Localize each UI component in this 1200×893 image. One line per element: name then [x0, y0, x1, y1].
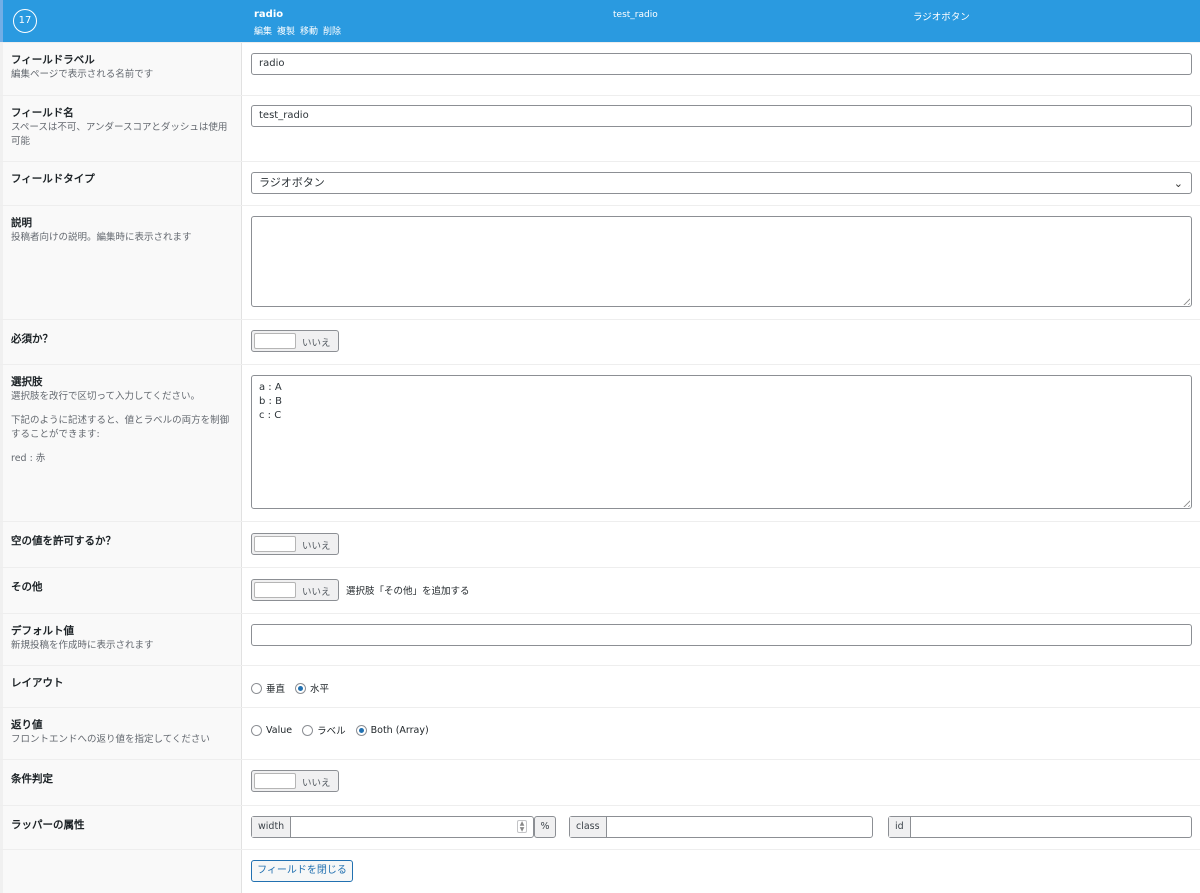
toggle-label: いいえ [302, 778, 331, 789]
width-unit: % [534, 816, 556, 838]
id-prefix: id [889, 817, 911, 837]
close-field-button[interactable]: フィールドを閉じる [251, 860, 353, 882]
layout-horizontal-option[interactable]: 水平 [295, 681, 329, 695]
row-conditional: 条件判定 [0, 759, 1200, 805]
row-other: その他 [0, 567, 1200, 613]
toggle-knob [254, 333, 296, 349]
header-field-name: test_radio [613, 10, 658, 20]
choices-desc-example: 下記のように記述すると、値とラベルの両方を制御することができます: [11, 415, 230, 440]
field-type-value: ラジオボタン [259, 176, 325, 189]
other-title: その他 [11, 581, 43, 593]
radio-checked-icon [295, 682, 307, 694]
move-link[interactable]: 移動 [300, 27, 318, 37]
radio-unchecked-icon [251, 724, 262, 736]
field-type-title: フィールドタイプ [11, 173, 95, 185]
resize-grip-icon[interactable] [1181, 296, 1190, 305]
class-prefix: class [570, 817, 607, 837]
wrapper-id-input[interactable]: id [888, 816, 1192, 838]
required-toggle[interactable]: いいえ [251, 330, 339, 352]
toggle-label: いいえ [302, 338, 331, 349]
field-label-input[interactable]: radio [251, 53, 1192, 75]
conditional-title: 条件判定 [11, 773, 53, 785]
duplicate-link[interactable]: 複製 [277, 27, 295, 37]
toggle-knob [254, 773, 296, 789]
toggle-label: いいえ [302, 587, 331, 598]
return-label-option[interactable]: ラベル [302, 723, 346, 737]
conditional-toggle[interactable]: いいえ [251, 770, 339, 792]
layout-vertical-option[interactable]: 垂直 [251, 681, 285, 695]
instructions-desc: 投稿者向けの説明。編集時に表示されます [11, 232, 192, 243]
layout-radio-group: 垂直 水平 [251, 681, 339, 695]
field-order-badge: 17 [13, 9, 37, 33]
radio-unchecked-icon [302, 724, 314, 736]
edit-link[interactable]: 編集 [254, 27, 272, 37]
wrapper-width-input[interactable]: width ▲ ▼ [251, 816, 534, 838]
wrapper-class-input[interactable]: class [569, 816, 873, 838]
return-title: 返り値 [11, 719, 43, 731]
field-header[interactable]: 17 radio 編集 複製 移動 削除 test_radio ラジオボタン [0, 0, 1200, 42]
default-desc: 新規投稿を作成時に表示されます [11, 640, 154, 651]
default-value-input[interactable] [251, 624, 1192, 646]
radio-checked-icon [355, 724, 367, 736]
header-field-type: ラジオボタン [913, 12, 970, 23]
row-return-format: 返り値フロントエンドへの返り値を指定してください [0, 707, 1200, 759]
other-toggle[interactable]: いいえ [251, 579, 339, 601]
chevron-down-icon: ⌄ [1173, 177, 1183, 190]
row-required: 必須か？ [0, 319, 1200, 364]
resize-grip-icon[interactable] [1181, 498, 1190, 507]
toggle-label: いいえ [302, 541, 331, 552]
header-actions: 編集 複製 移動 削除 [254, 24, 346, 37]
default-title: デフォルト値 [11, 625, 74, 637]
return-value-option[interactable]: Value [251, 724, 292, 736]
field-name-title: フィールド名 [11, 107, 74, 119]
width-prefix: width [252, 817, 292, 837]
choices-title: 選択肢 [11, 376, 43, 388]
allow-null-toggle[interactable]: いいえ [251, 533, 339, 555]
other-note: 選択肢「その他」を追加する [346, 586, 470, 597]
choices-desc-sample: red : 赤 [11, 453, 46, 464]
radio-unchecked-icon [251, 682, 262, 694]
return-format-radio-group: Value ラベル Both (Array) [251, 723, 439, 737]
layout-title: レイアウト [11, 677, 64, 689]
choices-textarea[interactable]: a : A b : B c : C [251, 375, 1192, 509]
field-name-desc: スペースは不可、アンダースコアとダッシュは使用可能 [11, 122, 228, 147]
field-label-desc: 編集ページで表示される名前です [11, 69, 154, 80]
choices-desc: 選択肢を改行で区切って入力してください。 [11, 391, 200, 402]
return-desc: フロントエンドへの返り値を指定してください [11, 734, 210, 745]
choice-line: c : C [259, 410, 282, 421]
return-both-option[interactable]: Both (Array) [355, 724, 429, 736]
row-close [0, 849, 1200, 893]
field-label-title: フィールドラベル [11, 54, 95, 66]
wrapper-title: ラッパーの属性 [11, 819, 85, 831]
toggle-knob [254, 536, 296, 552]
row-allow-null: 空の値を許可するか？ [0, 521, 1200, 567]
field-type-select[interactable]: ラジオボタン ⌄ [251, 172, 1192, 194]
row-layout: レイアウト [0, 665, 1200, 707]
field-name-input[interactable]: test_radio [251, 105, 1192, 127]
required-title: 必須か？ [11, 333, 53, 345]
choice-line: a : A [259, 382, 282, 393]
instructions-textarea[interactable] [251, 216, 1192, 307]
toggle-knob [254, 582, 296, 598]
header-field-label[interactable]: radio [254, 9, 283, 20]
spinner-icon[interactable]: ▲ ▼ [517, 820, 527, 833]
allow-null-title: 空の値を許可するか？ [11, 535, 116, 547]
instructions-title: 説明 [11, 217, 32, 229]
choice-line: b : B [259, 396, 282, 407]
delete-link[interactable]: 削除 [323, 27, 341, 37]
